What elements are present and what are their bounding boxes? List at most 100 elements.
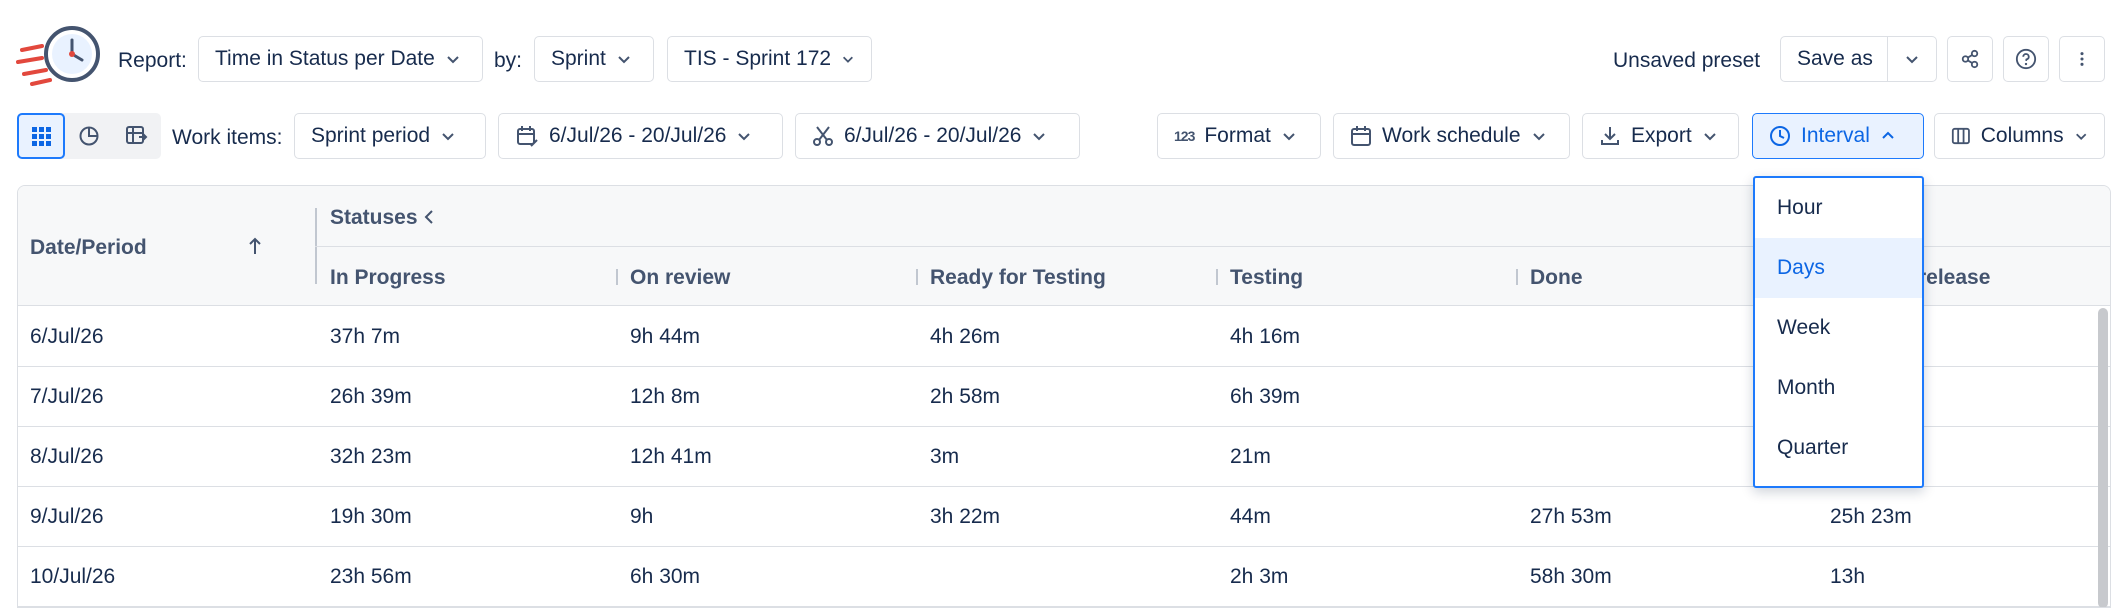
report-select[interactable]: Time in Status per Date <box>198 36 483 82</box>
value-cell: 6h 39m <box>1230 385 1301 408</box>
value-cell: 2h 58m <box>930 385 1001 408</box>
save-as-label: Save as <box>1797 47 1873 70</box>
date-period-header[interactable]: Date/Period <box>30 236 147 260</box>
column-header[interactable]: Ready for Testing <box>930 266 1106 290</box>
clock-icon <box>1770 126 1790 146</box>
preset-status: Unsaved preset <box>1613 49 1761 72</box>
trim-range-value: 6/Jul/26 - 20/Jul/26 <box>844 124 1022 147</box>
date-range-button[interactable]: 6/Jul/26 - 20/Jul/26 <box>498 113 783 159</box>
date-cell: 6/Jul/26 <box>30 325 104 348</box>
share-button[interactable] <box>1947 36 1993 82</box>
value-cell: 3h 22m <box>930 505 1001 528</box>
chevron-up-icon <box>1882 131 1894 139</box>
export-button[interactable]: Export <box>1582 113 1739 159</box>
column-header[interactable]: release <box>1918 266 1990 290</box>
vertical-scrollbar[interactable] <box>2098 308 2108 607</box>
value-cell: 9h <box>630 505 654 528</box>
statuses-group-header: Statuses <box>330 206 418 229</box>
calendar-icon <box>1351 126 1371 146</box>
column-header[interactable]: In Progress <box>330 266 446 290</box>
column-header[interactable]: Done <box>1530 266 1583 290</box>
date-cell: 8/Jul/26 <box>30 445 104 468</box>
interval-option-days[interactable]: Days <box>1755 238 1922 298</box>
work-schedule-label: Work schedule <box>1382 124 1521 147</box>
work-items-select[interactable]: Sprint period <box>294 113 486 159</box>
collapse-chevron-left-icon[interactable] <box>422 206 436 228</box>
more-vertical-icon <box>2080 52 2084 66</box>
sort-ascending-icon[interactable] <box>247 236 263 256</box>
date-cell: 7/Jul/26 <box>30 385 104 408</box>
help-button[interactable] <box>2003 36 2049 82</box>
column-header[interactable]: On review <box>630 266 730 290</box>
value-cell: 4h 16m <box>1230 325 1301 348</box>
interval-button[interactable]: Interval <box>1752 113 1924 159</box>
interval-option-quarter[interactable]: Quarter <box>1755 418 1922 478</box>
chevron-down-icon <box>1033 133 1046 141</box>
chart-view-button[interactable] <box>65 113 113 159</box>
interval-option-hour[interactable]: Hour <box>1755 178 1922 238</box>
work-schedule-button[interactable]: Work schedule <box>1333 113 1570 159</box>
grid-icon <box>32 127 51 146</box>
chevron-down-icon <box>618 56 630 64</box>
trim-range-button[interactable]: 6/Jul/26 - 20/Jul/26 <box>795 113 1080 159</box>
pivot-view-button[interactable] <box>113 113 161 159</box>
format-label: Format <box>1204 124 1271 147</box>
value-cell: 26h 39m <box>330 385 412 408</box>
value-cell: 2h 3m <box>1230 565 1289 588</box>
save-options-button[interactable] <box>1887 36 1937 82</box>
value-cell: 32h 23m <box>330 445 412 468</box>
column-resizer[interactable] <box>916 269 918 285</box>
value-cell: 19h 30m <box>330 505 412 528</box>
interval-option-month[interactable]: Month <box>1755 358 1922 418</box>
interval-option-week[interactable]: Week <box>1755 298 1922 358</box>
value-cell: 25h 23m <box>1830 505 1912 528</box>
by-select[interactable]: Sprint <box>534 36 654 82</box>
value-cell: 12h 8m <box>630 385 701 408</box>
column-resizer[interactable] <box>1516 269 1518 285</box>
app-logo <box>14 24 104 94</box>
chevron-down-icon <box>843 56 854 63</box>
interval-menu: Hour Days Week Month Quarter <box>1753 176 1924 488</box>
value-cell: 27h 53m <box>1530 505 1612 528</box>
download-icon <box>1601 127 1619 145</box>
value-cell: 9h 44m <box>630 325 701 348</box>
export-label: Export <box>1631 124 1692 147</box>
sprint-select[interactable]: TIS - Sprint 172 <box>667 36 872 82</box>
value-cell: 6h 30m <box>630 565 701 588</box>
scissors-icon <box>813 126 833 146</box>
date-cell: 9/Jul/26 <box>30 505 104 528</box>
format-button[interactable]: 123 Format <box>1157 113 1321 159</box>
columns-label: Columns <box>1980 124 2064 147</box>
chevron-down-icon <box>1532 133 1545 141</box>
pie-chart-icon <box>79 126 99 146</box>
chevron-down-icon <box>1703 133 1716 141</box>
value-cell: 13h <box>1830 565 1866 588</box>
table-row: 9/Jul/26 19h 30m 9h 3h 22m 44m 27h 53m 2… <box>18 487 2110 547</box>
column-resizer[interactable] <box>616 269 618 285</box>
report-select-value: Time in Status per Date <box>215 47 435 70</box>
by-label: by: <box>494 49 523 72</box>
column-header[interactable]: Testing <box>1230 266 1303 290</box>
help-icon <box>2015 48 2037 70</box>
columns-button[interactable]: Columns <box>1934 113 2105 159</box>
sprint-select-value: TIS - Sprint 172 <box>684 47 832 70</box>
by-select-value: Sprint <box>551 47 606 70</box>
value-cell: 12h 41m <box>630 445 712 468</box>
more-options-button[interactable] <box>2059 36 2105 82</box>
date-range-value: 6/Jul/26 - 20/Jul/26 <box>549 124 727 147</box>
value-cell: 23h 56m <box>330 565 412 588</box>
date-cell: 10/Jul/26 <box>30 565 116 588</box>
interval-label: Interval <box>1801 124 1870 147</box>
chevron-down-icon <box>447 56 459 64</box>
value-cell: 58h 30m <box>1530 565 1612 588</box>
column-resizer[interactable] <box>1216 269 1218 285</box>
save-as-button[interactable]: Save as <box>1780 36 1888 82</box>
value-cell: 37h 7m <box>330 325 401 348</box>
chevron-down-icon <box>738 133 751 141</box>
grid-view-button[interactable] <box>17 113 65 159</box>
share-icon <box>1961 49 1979 69</box>
view-switcher <box>17 113 161 159</box>
value-cell: 3m <box>930 445 960 468</box>
table-row: 10/Jul/26 23h 56m 6h 30m 2h 3m 58h 30m 1… <box>18 547 2110 607</box>
chevron-down-icon <box>2075 133 2086 140</box>
